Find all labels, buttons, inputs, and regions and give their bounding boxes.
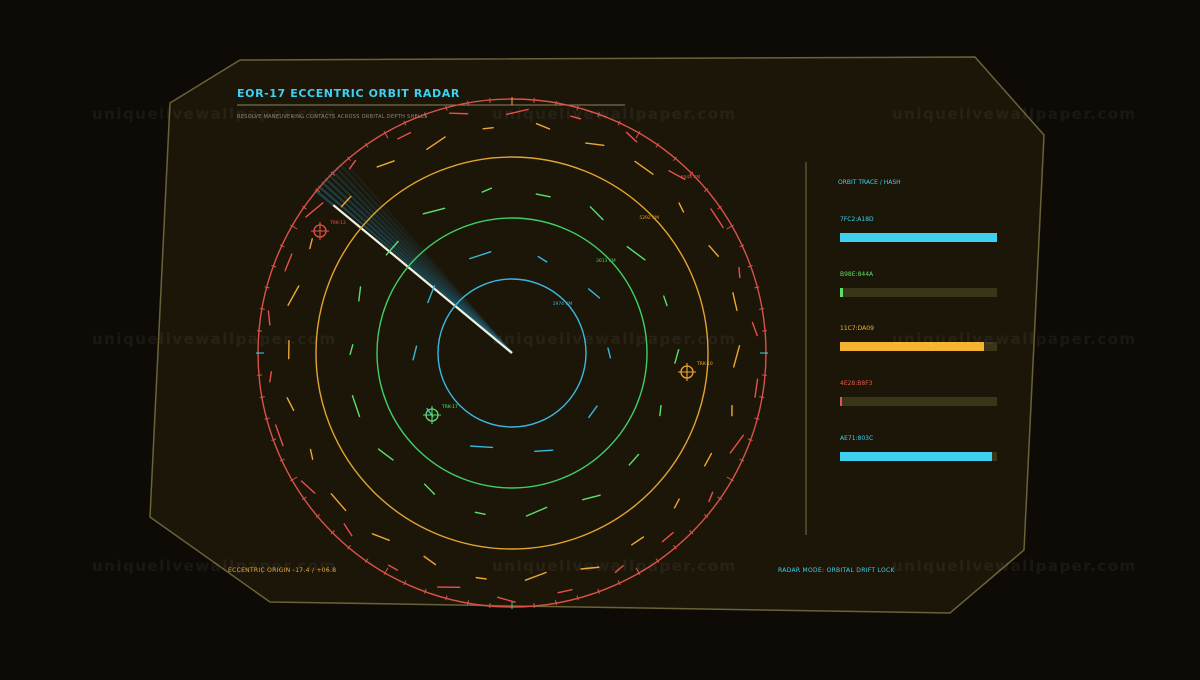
watermark-text: uniquelivewallpaper.com bbox=[492, 330, 737, 348]
watermark-text: uniquelivewallpaper.com bbox=[92, 105, 337, 123]
trace-bar-fill bbox=[840, 452, 992, 461]
target-label: TRK-17 bbox=[441, 404, 458, 410]
contact-trail bbox=[739, 268, 740, 278]
watermark-text: uniquelivewallpaper.com bbox=[892, 105, 1137, 123]
trace-bar-label: B98E:844A bbox=[840, 271, 873, 278]
watermark-text: uniquelivewallpaper.com bbox=[892, 557, 1137, 575]
trace-bar-track bbox=[840, 452, 997, 461]
trace-bar-label: 11C7:DA09 bbox=[840, 325, 874, 332]
watermark-text: uniquelivewallpaper.com bbox=[492, 557, 737, 575]
trace-bar-track bbox=[840, 288, 997, 297]
trace-bar-fill bbox=[840, 233, 997, 242]
target-label: TRK-13 bbox=[329, 220, 346, 226]
ring-range-label: 1974 KM bbox=[553, 301, 573, 307]
trace-panel-title: ORBIT TRACE / HASH bbox=[838, 179, 901, 186]
page-title: EOR-17 ECCENTRIC ORBIT RADAR bbox=[237, 87, 460, 100]
target-label: TRK-10 bbox=[696, 361, 713, 367]
ring-range-label: 5292 KM bbox=[639, 215, 659, 221]
watermark-text: uniquelivewallpaper.com bbox=[492, 105, 737, 123]
trace-bar-label: 4E28:B8F3 bbox=[840, 380, 872, 387]
ring-range-label: 3613 KM bbox=[596, 258, 616, 264]
trace-bar-label: AE71:803C bbox=[840, 435, 873, 442]
radar-screen: 1974 KM3613 KM5292 KM6944 KM TRK-13TRK-1… bbox=[0, 0, 1200, 676]
trace-bar-track bbox=[840, 397, 997, 406]
radar-mode-readout: RADAR MODE: ORBITAL DRIFT LOCK bbox=[778, 567, 895, 574]
trace-bar-fill bbox=[840, 397, 842, 406]
trace-bar-track bbox=[840, 233, 997, 242]
contact-trail bbox=[450, 113, 468, 114]
trace-bar-label: 7FC2:A18D bbox=[840, 216, 874, 223]
watermark-text: uniquelivewallpaper.com bbox=[92, 557, 337, 575]
watermark-text: uniquelivewallpaper.com bbox=[892, 330, 1137, 348]
watermark-text: uniquelivewallpaper.com bbox=[92, 330, 337, 348]
trace-bar-fill bbox=[840, 288, 843, 297]
